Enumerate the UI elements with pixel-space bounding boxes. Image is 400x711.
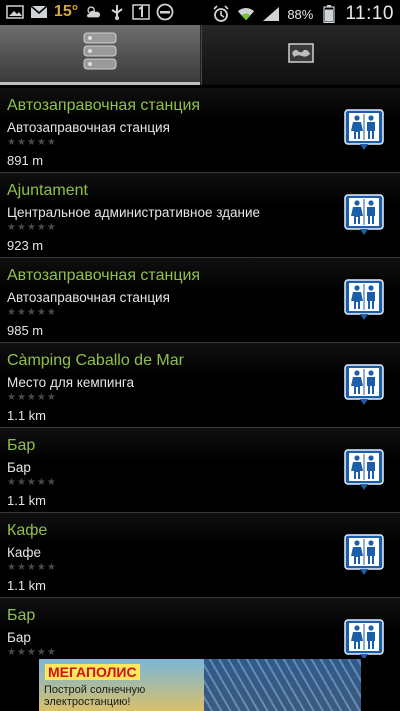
place-distance: 923 m xyxy=(7,238,44,253)
notification-area: 15° xyxy=(6,3,174,21)
place-distance: 985 m xyxy=(7,323,44,338)
place-distance: 1.1 km xyxy=(7,408,47,423)
restroom-icon[interactable] xyxy=(344,449,384,491)
place-title: Бар xyxy=(7,437,36,454)
tab-map-view[interactable] xyxy=(201,25,400,85)
place-title: Автозаправочная станция xyxy=(7,97,201,114)
place-distance: 1.1 km xyxy=(7,578,47,593)
temperature-text: 15° xyxy=(54,3,79,20)
place-title: Càmping Caballo de Mar xyxy=(7,352,184,369)
place-category: Бар xyxy=(7,630,31,645)
signal-icon xyxy=(262,5,280,23)
weather-icon xyxy=(84,3,102,21)
list-icon xyxy=(82,31,118,76)
rating-stars: ★★★★★ xyxy=(7,307,57,318)
place-title: Бар xyxy=(7,607,36,624)
mail-icon xyxy=(30,3,48,21)
system-area: 88% 11:10 xyxy=(212,3,394,25)
place-list-item[interactable]: Бар Бар ★★★★★ xyxy=(0,598,400,658)
place-list-item[interactable]: Ajuntament Центральное административное з… xyxy=(0,173,400,258)
one-icon xyxy=(132,3,150,21)
place-category: Место для кемпинга xyxy=(7,375,135,390)
place-list-item[interactable]: Càmping Caballo de Mar Место для кемпинга… xyxy=(0,343,400,428)
restroom-icon[interactable] xyxy=(344,279,384,321)
place-distance: 891 m xyxy=(7,153,44,168)
battery-icon xyxy=(320,5,338,23)
restroom-icon[interactable] xyxy=(344,109,384,151)
rating-stars: ★★★★★ xyxy=(7,392,57,403)
wifi-icon xyxy=(237,5,255,23)
place-category: Автозаправочная станция xyxy=(7,290,170,305)
usb-icon xyxy=(108,3,126,21)
place-list-item[interactable]: Автозаправочная станция Автозаправочная с… xyxy=(0,88,400,173)
place-list-item[interactable]: Кафе Кафе ★★★★★ 1.1 km xyxy=(0,513,400,598)
restroom-icon[interactable] xyxy=(344,534,384,576)
restroom-icon[interactable] xyxy=(344,364,384,406)
alarm-icon xyxy=(212,5,230,23)
rating-stars: ★★★★★ xyxy=(7,137,57,148)
restroom-icon[interactable] xyxy=(344,194,384,236)
battery-percent: 88% xyxy=(287,6,314,22)
place-distance: 1.1 km xyxy=(7,493,47,508)
ad-banner[interactable]: МЕГАПОЛИС Построй солнечную электростанц… xyxy=(39,659,361,711)
ad-solar-panels-image xyxy=(204,659,361,711)
place-list-item[interactable]: Бар Бар ★★★★★ 1.1 km xyxy=(0,428,400,513)
place-title: Ajuntament xyxy=(7,182,88,199)
rating-stars: ★★★★★ xyxy=(7,477,57,488)
minus-circle-icon xyxy=(156,3,174,21)
place-title: Автозаправочная станция xyxy=(7,267,201,284)
place-category: Центральное административное здание xyxy=(7,205,261,220)
map-icon xyxy=(288,42,314,68)
view-tabs xyxy=(0,25,400,85)
restroom-icon[interactable] xyxy=(344,619,384,658)
place-title: Кафе xyxy=(7,522,48,539)
rating-stars: ★★★★★ xyxy=(7,222,57,233)
ad-brand: МЕГАПОЛИС xyxy=(45,664,140,680)
tab-list-view[interactable] xyxy=(0,25,200,85)
rating-stars: ★★★★★ xyxy=(7,562,57,573)
ad-text: Построй солнечную электростанцию! xyxy=(44,684,146,708)
rating-stars: ★★★★★ xyxy=(7,647,57,658)
place-category: Бар xyxy=(7,460,31,475)
place-category: Автозаправочная станция xyxy=(7,120,170,135)
clock: 11:10 xyxy=(345,3,394,24)
status-bar: 15° 88% 11:10 xyxy=(0,0,400,25)
place-list-item[interactable]: Автозаправочная станция Автозаправочная с… xyxy=(0,258,400,343)
places-list: Автозаправочная станция Автозаправочная с… xyxy=(0,88,400,658)
image-icon xyxy=(6,3,24,21)
place-category: Кафе xyxy=(7,545,41,560)
